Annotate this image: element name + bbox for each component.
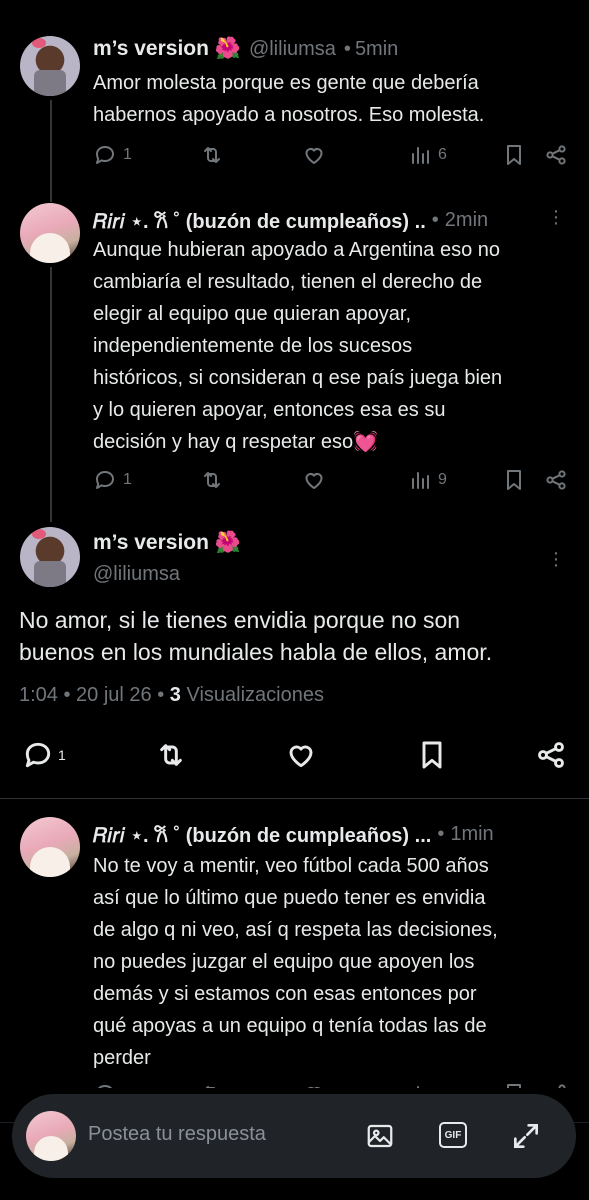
post-line: de algo q ni veo, así q respeta las deci… bbox=[93, 919, 498, 941]
retweet-button[interactable] bbox=[200, 143, 224, 167]
post-line: Aunque hubieran apoyado a Argentina eso … bbox=[93, 239, 501, 261]
like-button[interactable] bbox=[302, 143, 326, 167]
author-handle[interactable]: @liliumsa bbox=[93, 563, 180, 586]
retweet-icon bbox=[200, 468, 224, 492]
reply-count: 1 bbox=[58, 747, 66, 763]
reply-button[interactable]: 1 bbox=[93, 468, 132, 492]
post-time[interactable]: 5min bbox=[355, 38, 398, 61]
avatar[interactable] bbox=[20, 817, 80, 877]
share-icon bbox=[544, 468, 568, 492]
thread-line bbox=[50, 100, 52, 202]
post-line: habernos apoyado a nosotros. Eso molesta… bbox=[93, 104, 485, 126]
author-name[interactable]: m’s version 🌺 bbox=[93, 37, 241, 61]
share-button[interactable] bbox=[544, 468, 568, 492]
post-line: y lo quieren apoyar, entonces esa es su bbox=[93, 399, 446, 421]
post-line: demás y si estamos con esas entonces por bbox=[93, 983, 477, 1005]
reply-icon bbox=[22, 739, 54, 771]
avatar[interactable] bbox=[20, 36, 80, 96]
share-icon bbox=[535, 739, 567, 771]
post-time[interactable]: 1min bbox=[450, 823, 493, 846]
like-icon bbox=[302, 143, 326, 167]
reply-input[interactable]: Postea tu respuesta bbox=[88, 1123, 266, 1146]
gif-button[interactable]: GIF bbox=[439, 1122, 467, 1148]
post-text: Amor molesta porque es gente que debería… bbox=[93, 67, 573, 131]
like-button[interactable] bbox=[285, 739, 317, 771]
post-line: No amor, si le tienes envidia porque no … bbox=[19, 607, 461, 633]
expand-icon bbox=[514, 1124, 538, 1148]
post-time[interactable]: 2min bbox=[445, 209, 488, 232]
expand-button[interactable] bbox=[510, 1120, 542, 1157]
post-line: cambiaría el resultado, tienen el derech… bbox=[93, 271, 483, 293]
like-icon bbox=[285, 739, 317, 771]
bookmark-button[interactable] bbox=[502, 143, 526, 167]
separator-dot: • bbox=[431, 209, 439, 231]
image-icon bbox=[367, 1124, 393, 1148]
reply-count: 1 bbox=[123, 471, 132, 488]
post-line: no puedes juzgar el equipo que apoyen lo… bbox=[93, 951, 475, 973]
post-line: No te voy a mentir, veo fútbol cada 500 … bbox=[93, 855, 489, 877]
post-line: buenos en los mundiales habla de ellos, … bbox=[19, 639, 493, 665]
image-button[interactable] bbox=[365, 1121, 395, 1156]
separator-dot: • bbox=[343, 37, 351, 60]
bookmark-icon bbox=[416, 739, 448, 771]
like-button[interactable] bbox=[302, 468, 326, 492]
bookmark-button[interactable] bbox=[502, 468, 526, 492]
author-name[interactable]: 𝑅𝑖𝑟𝑖 ⋆. 𐙚 ˚ (buzón de cumpleaños) .. bbox=[93, 207, 426, 234]
reply-button[interactable]: 1 bbox=[22, 739, 66, 771]
post-meta: 1:04 • 20 jul 26 • 3 Visualizaciones bbox=[19, 684, 324, 707]
views-button[interactable]: 6 bbox=[408, 143, 447, 167]
bookmark-icon bbox=[502, 143, 526, 167]
retweet-button[interactable] bbox=[155, 739, 187, 771]
post-text: Aunque hubieran apoyado a Argentina eso … bbox=[93, 234, 583, 458]
thread-line bbox=[50, 267, 52, 522]
like-icon bbox=[302, 468, 326, 492]
author-handle[interactable]: @liliumsa bbox=[249, 38, 336, 61]
views-icon bbox=[408, 143, 432, 167]
views-label: Visualizaciones bbox=[186, 684, 324, 706]
avatar bbox=[26, 1111, 76, 1161]
post-line: independientemente de los sucesos bbox=[93, 335, 413, 357]
post-line: así que lo último que puedo tener es env… bbox=[93, 887, 486, 909]
share-button[interactable] bbox=[535, 739, 567, 771]
retweet-icon bbox=[155, 739, 187, 771]
post-line: históricos, si consideran q ese país jue… bbox=[93, 367, 503, 389]
bookmark-icon bbox=[502, 468, 526, 492]
retweet-icon bbox=[200, 143, 224, 167]
share-button[interactable] bbox=[544, 143, 568, 167]
timestamp[interactable]: 1:04 • 20 jul 26 • bbox=[19, 684, 164, 706]
reply-icon bbox=[93, 143, 117, 167]
reply-composer[interactable]: Postea tu respuesta GIF bbox=[12, 1094, 576, 1178]
post-header: 𝑅𝑖𝑟𝑖 ⋆. 𐙚 ˚ (buzón de cumpleaños) .. • 2… bbox=[93, 207, 573, 234]
views-count: 9 bbox=[438, 471, 447, 488]
avatar[interactable] bbox=[20, 527, 80, 587]
reply-button[interactable]: 1 bbox=[93, 143, 132, 167]
retweet-button[interactable] bbox=[200, 468, 224, 492]
post-line: perder bbox=[93, 1047, 151, 1069]
views-icon bbox=[408, 468, 432, 492]
bookmark-button[interactable] bbox=[416, 739, 448, 771]
post-line: decisión y hay q respetar eso💓 bbox=[93, 431, 379, 453]
more-icon[interactable]: · · · bbox=[552, 543, 560, 575]
post-text: No te voy a mentir, veo fútbol cada 500 … bbox=[93, 850, 583, 1074]
post-header: m’s version 🌺 @liliumsa • 5min bbox=[93, 37, 398, 61]
views-count: 6 bbox=[438, 146, 447, 163]
divider bbox=[0, 798, 589, 799]
author-name[interactable]: m’s version 🌺 bbox=[93, 531, 241, 555]
views-count: 3 bbox=[169, 684, 181, 706]
more-icon[interactable]: · · · bbox=[552, 201, 560, 233]
reply-count: 1 bbox=[123, 146, 132, 163]
post-line: Amor molesta porque es gente que debería bbox=[93, 72, 479, 94]
focus-post-text: No amor, si le tienes envidia porque no … bbox=[19, 604, 579, 668]
post-header: 𝑅𝑖𝑟𝑖 ⋆. 𐙚 ˚ (buzón de cumpleaños) ... • … bbox=[93, 821, 573, 848]
post-line: qué apoyas a un equipo q tenía todas las… bbox=[93, 1015, 487, 1037]
post-line: elegir al equipo que quieran apoyar, bbox=[93, 303, 412, 325]
share-icon bbox=[544, 143, 568, 167]
separator-dot: • bbox=[437, 823, 445, 845]
views-button[interactable]: 9 bbox=[408, 468, 447, 492]
gif-icon: GIF bbox=[444, 1129, 462, 1141]
reply-icon bbox=[93, 468, 117, 492]
avatar[interactable] bbox=[20, 203, 80, 263]
author-name[interactable]: 𝑅𝑖𝑟𝑖 ⋆. 𐙚 ˚ (buzón de cumpleaños) ... bbox=[93, 821, 431, 848]
